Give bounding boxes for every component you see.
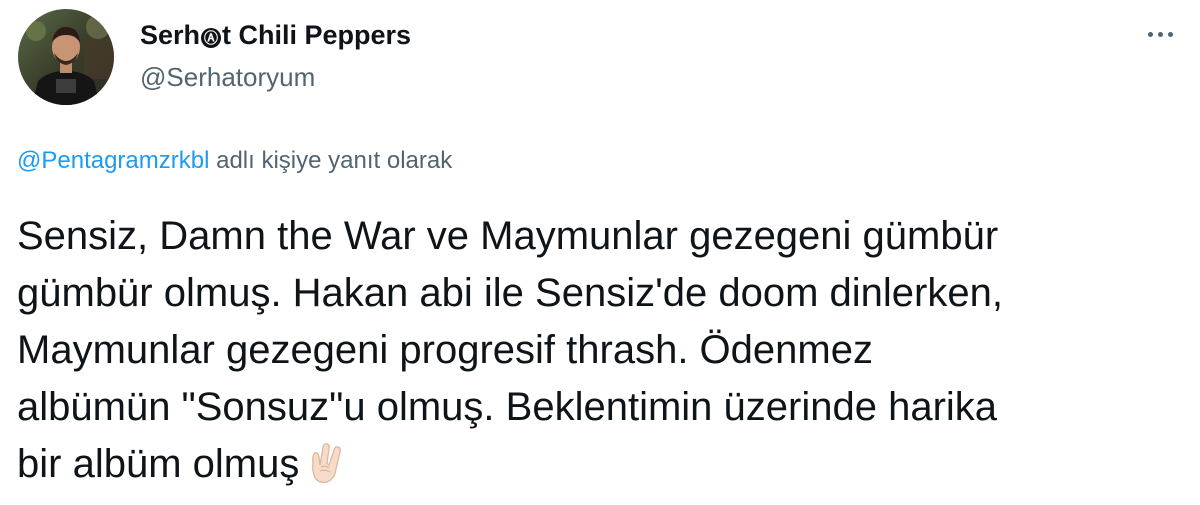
display-name-end: t Chili Peppers — [222, 20, 412, 50]
avatar[interactable] — [18, 9, 114, 105]
more-dot — [1157, 31, 1163, 37]
tweet-text: Sensiz, Damn the War ve Maymunlar gezege… — [17, 208, 1187, 501]
user-handle[interactable]: @Serhatoryum — [140, 62, 315, 93]
tweet-body: Sensiz, Damn the War ve Maymunlar gezege… — [17, 214, 1003, 486]
reply-mention-link[interactable]: @Pentagramzrkbl — [17, 147, 209, 174]
more-dot — [1147, 31, 1153, 37]
more-options-icon[interactable] — [1140, 19, 1180, 49]
more-dot — [1167, 31, 1173, 37]
display-name[interactable]: Serh Ⓐt Chili Peppers — [140, 20, 411, 51]
display-name-start: Serh — [140, 20, 201, 50]
avatar-photo — [18, 9, 114, 105]
reply-suffix: adlı kişiye yanıt olarak — [209, 147, 453, 174]
horns-gesture-emoji — [305, 441, 345, 501]
anarchy-symbol-icon: Ⓐ — [201, 28, 222, 48]
replying-to: @Pentagramzrkbl adlı kişiye yanıt olarak — [17, 147, 452, 175]
